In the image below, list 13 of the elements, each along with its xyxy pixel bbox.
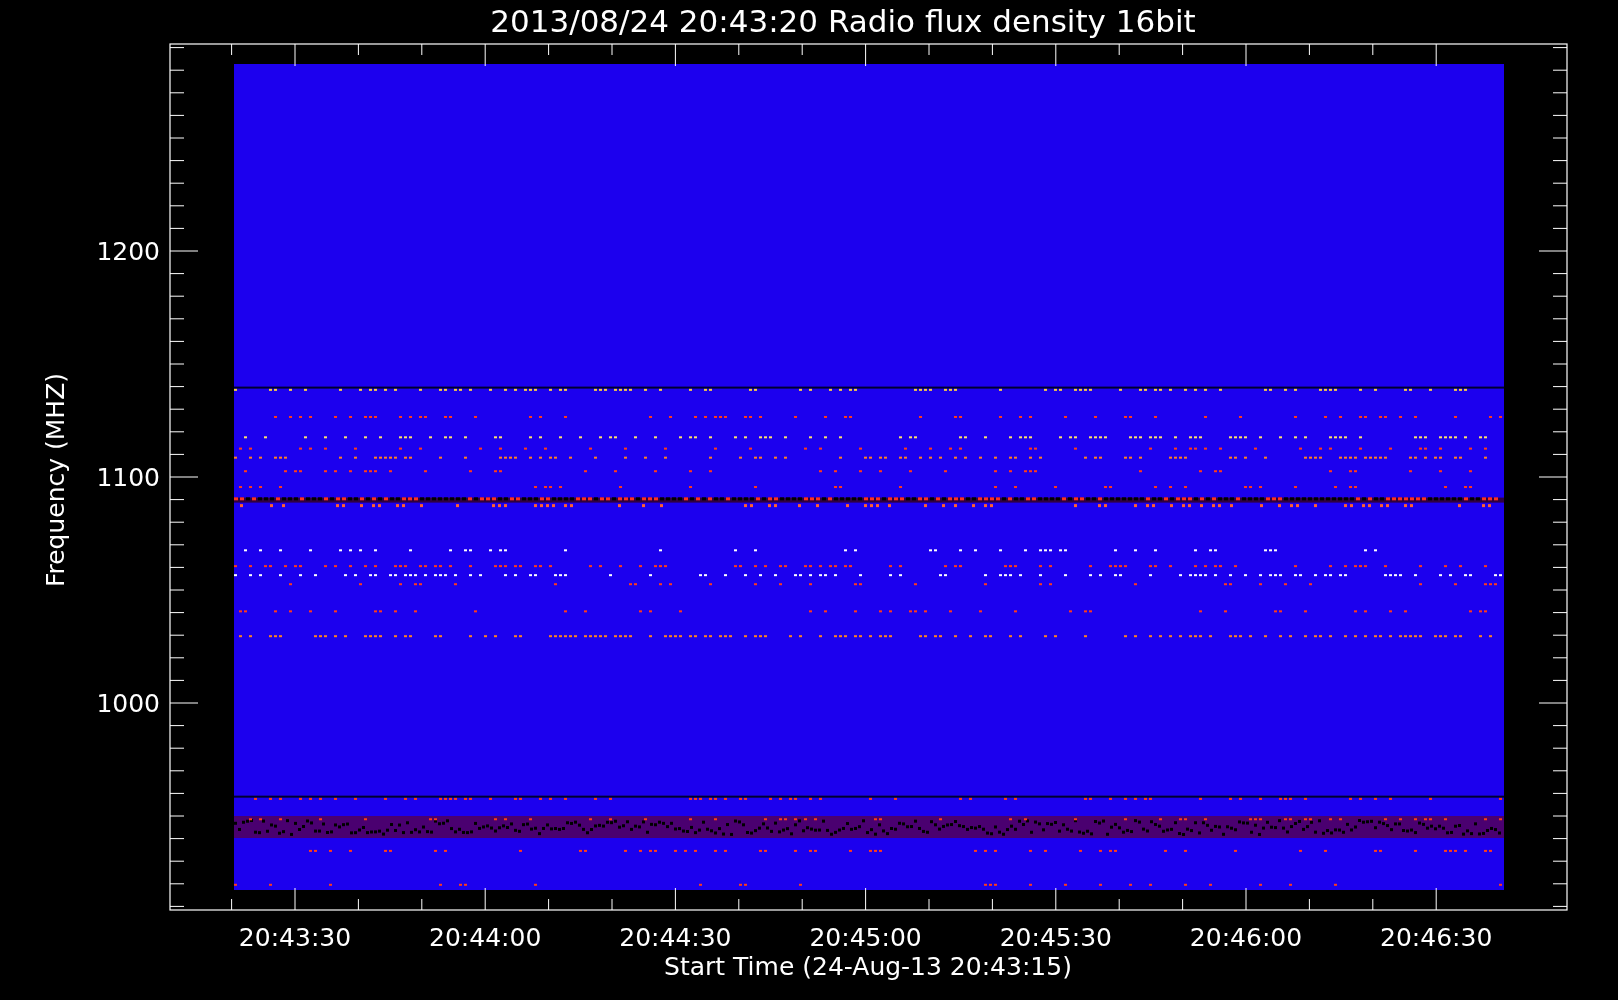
y-tick-label: 1000: [96, 689, 160, 718]
y-tick-label: 1200: [96, 237, 160, 266]
chart-title: 2013/08/24 20:43:20 Radio flux density 16bit: [490, 3, 1196, 39]
x-axis-title: Start Time (24-Aug-13 20:43:15): [664, 952, 1072, 981]
y-axis-title: Frequency (MHZ): [41, 372, 70, 588]
x-tick-label: 20:46:00: [1189, 923, 1303, 952]
x-tick-label: 20:43:30: [238, 923, 352, 952]
x-tick-label: 20:44:00: [429, 923, 542, 952]
x-tick-label: 20:44:30: [619, 923, 732, 952]
y-tick-label: 1100: [96, 463, 160, 492]
x-tick-label: 20:46:30: [1380, 923, 1493, 952]
x-tick-label: 20:45:30: [999, 923, 1112, 952]
x-tick-label: 20:45:00: [809, 923, 922, 952]
